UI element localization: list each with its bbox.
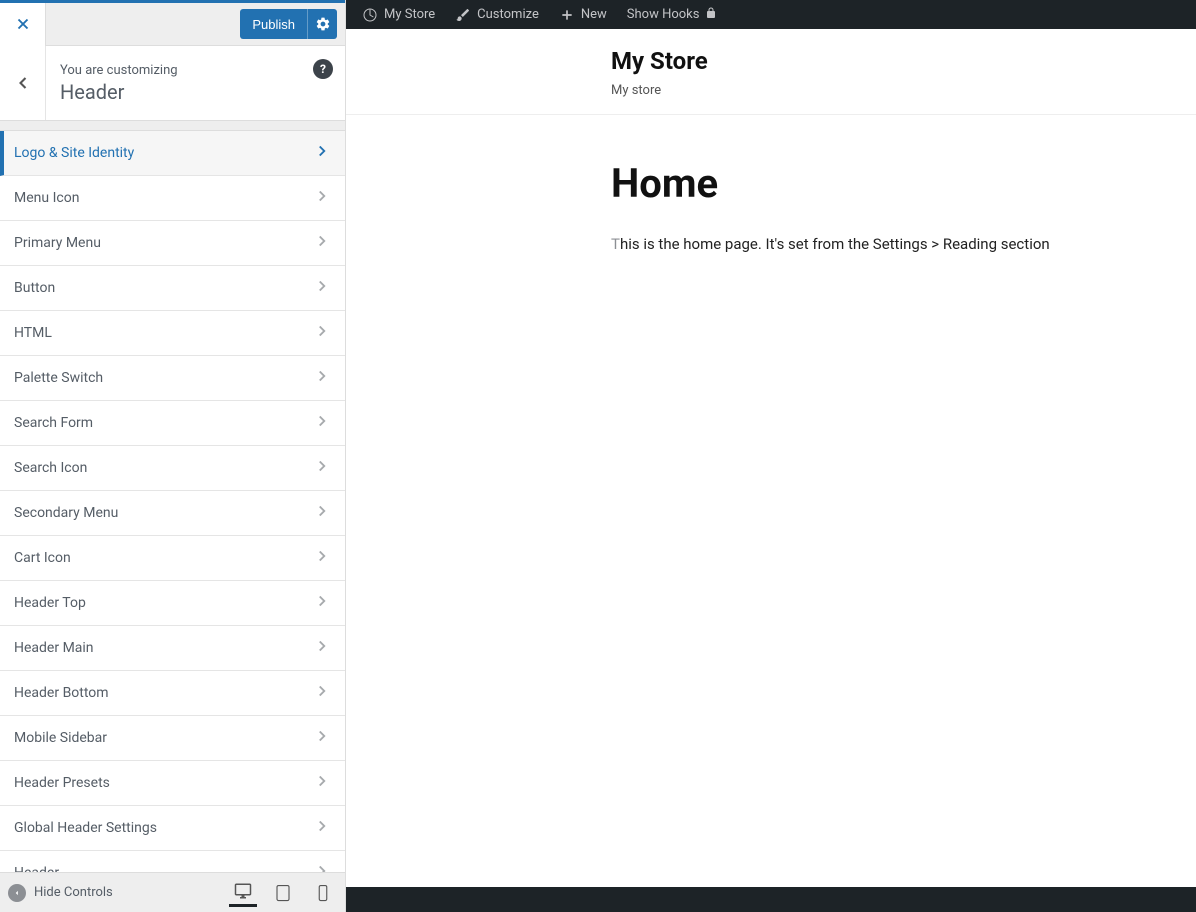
menu-item-button[interactable]: Button [0,266,345,311]
preview-pane: My Store Customize New Show Hooks My St [346,0,1196,912]
publish-settings-button[interactable] [307,9,337,39]
breadcrumb-label: You are customizing [60,63,299,78]
menu-list: Logo & Site Identity Menu Icon Primary Men… [0,121,345,872]
chevron-right-icon [313,547,331,569]
chevron-right-icon [313,637,331,659]
admin-show-hooks-link[interactable]: Show Hooks [619,0,726,29]
menu-item-mobile-sidebar[interactable]: Mobile Sidebar [0,716,345,761]
preview-footer [346,887,1196,912]
sidebar-topbar: Publish [0,0,345,46]
chevron-right-icon [313,862,331,872]
customizer-sidebar: Publish You are customizing Header ? Log… [0,0,346,912]
desktop-icon [234,882,252,900]
menu-item-label: Palette Switch [14,370,103,386]
menu-item-label: Logo & Site Identity [14,145,134,161]
menu-item-label: Search Icon [14,460,87,476]
chevron-right-icon [313,367,331,389]
menu-item-label: Cart Icon [14,550,71,566]
breadcrumb: You are customizing Header ? [0,46,345,121]
menu-item-global-header-settings[interactable]: Global Header Settings [0,806,345,851]
hide-controls-label: Hide Controls [34,885,113,900]
menu-item-label: Header Main [14,640,94,656]
menu-item-logo-site-identity[interactable]: Logo & Site Identity [0,131,345,176]
chevron-right-icon [313,817,331,839]
chevron-right-icon [313,457,331,479]
chevron-left-icon [13,73,33,93]
menu-item-header-main[interactable]: Header Main [0,626,345,671]
admin-customize-link[interactable]: Customize [447,0,547,29]
chevron-right-icon [313,277,331,299]
chevron-right-icon [313,232,331,254]
help-button[interactable]: ? [313,59,333,79]
breadcrumb-title: Header [60,80,299,104]
menu-item-menu-icon[interactable]: Menu Icon [0,176,345,221]
menu-item-header-top[interactable]: Header Top [0,581,345,626]
menu-item-secondary-menu[interactable]: Secondary Menu [0,491,345,536]
menu-item-label: HTML [14,325,52,341]
dashboard-icon [362,7,378,23]
menu-item-label: Secondary Menu [14,505,118,521]
site-title[interactable]: My Store [611,47,1196,75]
gear-icon [315,16,331,32]
menu-item-label: Header Bottom [14,685,109,701]
menu-item-search-form[interactable]: Search Form [0,401,345,446]
hide-controls-button[interactable]: Hide Controls [8,884,113,902]
brush-icon [455,7,471,23]
menu-item-label: Header Presets [14,775,110,791]
admin-new-link[interactable]: New [551,0,615,29]
chevron-right-icon [313,502,331,524]
device-desktop-button[interactable] [229,879,257,907]
site-header: My Store My store [346,29,1196,115]
device-mobile-button[interactable] [309,879,337,907]
menu-item-label: Search Form [14,415,93,431]
back-button[interactable] [0,46,46,120]
chevron-right-icon [313,682,331,704]
collapse-icon [8,884,26,902]
chevron-right-icon [313,322,331,344]
tablet-icon [274,884,292,902]
menu-item-cart-icon[interactable]: Cart Icon [0,536,345,581]
menu-item-label: Global Header Settings [14,820,157,836]
device-tablet-button[interactable] [269,879,297,907]
chevron-right-icon [313,187,331,209]
menu-item-header-presets[interactable]: Header Presets [0,761,345,806]
publish-button[interactable]: Publish [240,9,307,39]
menu-item-primary-menu[interactable]: Primary Menu [0,221,345,266]
menu-item-html[interactable]: HTML [0,311,345,356]
admin-site-link[interactable]: My Store [354,0,443,29]
admin-bar: My Store Customize New Show Hooks [346,0,1196,29]
close-button[interactable] [0,3,46,46]
chevron-right-icon [313,142,331,164]
menu-item-header[interactable]: Header [0,851,345,872]
page-body: This is the home page. It's set from the… [611,235,1196,253]
site-tagline: My store [611,83,1196,98]
menu-item-label: Primary Menu [14,235,101,251]
menu-item-search-icon[interactable]: Search Icon [0,446,345,491]
preview-content: My Store My store Home This is the home … [346,29,1196,887]
mobile-icon [314,884,332,902]
lock-icon [705,7,717,23]
menu-item-label: Menu Icon [14,190,79,206]
chevron-right-icon [313,727,331,749]
menu-item-label: Button [14,280,55,296]
menu-item-palette-switch[interactable]: Palette Switch [0,356,345,401]
close-icon [14,15,32,33]
menu-item-header-bottom[interactable]: Header Bottom [0,671,345,716]
menu-item-label: Header [14,865,59,872]
chevron-right-icon [313,412,331,434]
menu-item-label: Header Top [14,595,86,611]
chevron-right-icon [313,772,331,794]
sidebar-footer: Hide Controls [0,872,345,912]
plus-icon [559,7,575,23]
menu-item-label: Mobile Sidebar [14,730,107,746]
chevron-right-icon [313,592,331,614]
page-title: Home [611,160,1196,207]
